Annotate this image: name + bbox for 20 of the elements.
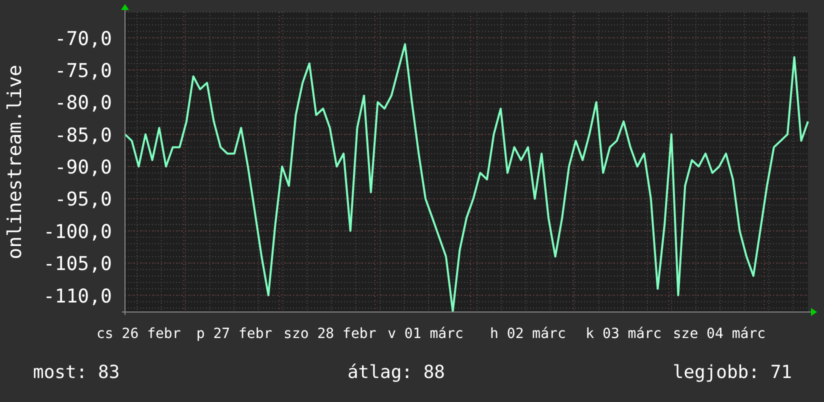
y-tick-label: -70,0 [54,28,112,50]
y-tick-label: -105,0 [43,253,112,276]
x-tick-label: k 03 márc [586,326,662,342]
x-tick-label: h 02 márc [490,326,566,342]
y-tick-label: -75,0 [54,60,112,82]
y-tick-label: -95,0 [54,188,112,211]
y-axis-title: onlinestream.live [4,64,26,260]
y-tick-label: -90,0 [54,156,112,178]
legend-text: legjobb: 71 [672,362,792,383]
x-tick-label: v 01 márc [388,326,464,342]
x-tick-label: sze 04 márc [672,326,766,342]
y-tick-label: -110,0 [43,285,112,308]
legend-text: most: 83 [33,362,120,383]
legend-text: átlag: 88 [347,362,446,383]
y-tick-label: -80,0 [54,92,112,114]
x-tick-label: szo 28 febr [284,326,376,342]
x-tick-label: p 27 febr [196,326,272,342]
x-tick-label: cs 26 febr [96,326,181,342]
y-tick-label: -85,0 [54,124,112,146]
y-tick-label: -100,0 [43,220,112,243]
